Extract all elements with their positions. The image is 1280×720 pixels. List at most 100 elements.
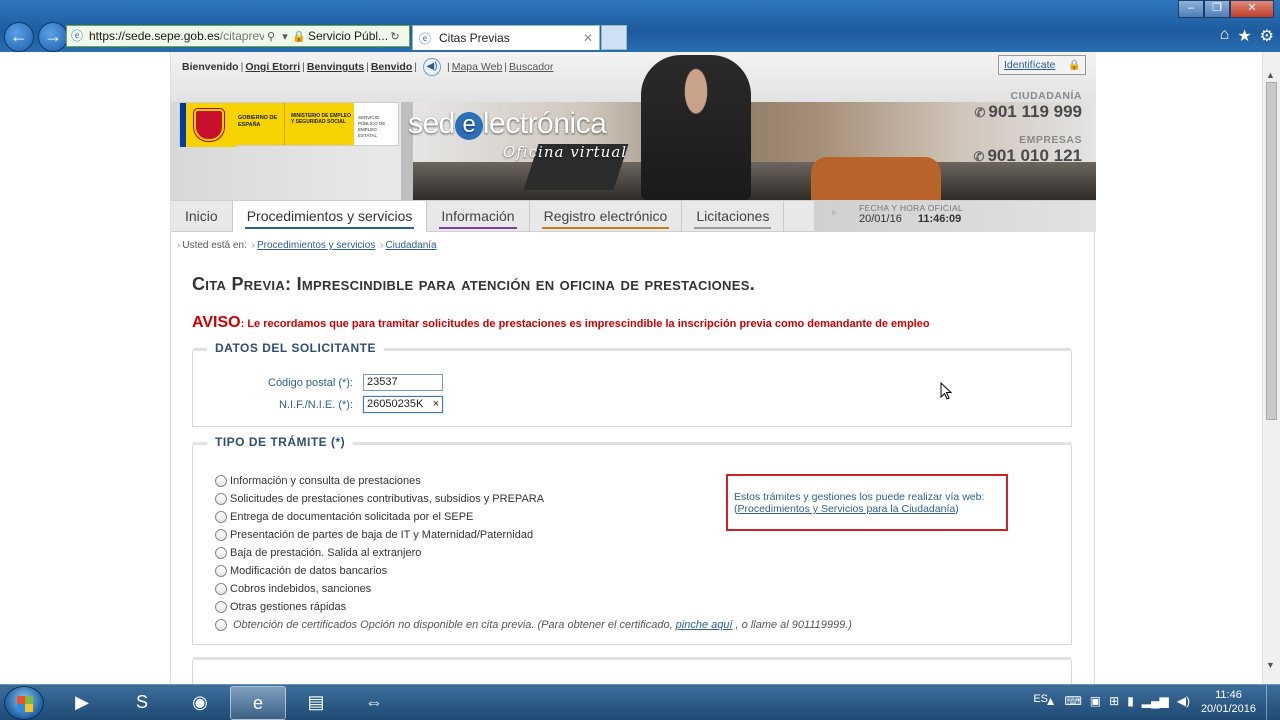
welcome-label: Bienvenido xyxy=(182,61,239,73)
radio-button[interactable] xyxy=(215,583,227,595)
breadcrumb-prefix: Usted está en: xyxy=(182,240,247,251)
favorites-star-icon[interactable]: ★ xyxy=(1237,26,1251,46)
battery-icon[interactable]: ▮ xyxy=(1127,694,1134,708)
lang-euskera-link[interactable]: Ongi Etorri xyxy=(245,61,300,73)
logo-gobierno: GOBIERNO DE ESPAÑA xyxy=(236,103,284,145)
scrollbar-thumb[interactable] xyxy=(1266,82,1277,420)
radio-button xyxy=(215,619,227,631)
main-navigation: Inicio Procedimientos y servicios Inform… xyxy=(171,200,1096,232)
radio-option[interactable]: Solicitudes de prestaciones contributiva… xyxy=(215,493,544,505)
windows-logo-icon xyxy=(17,696,33,712)
tray-expand-icon[interactable]: ▲ xyxy=(1045,694,1057,708)
tab-underline xyxy=(541,227,670,229)
radio-button[interactable] xyxy=(215,547,227,559)
url-path: /citaprevia xyxy=(219,29,264,43)
nif-input[interactable]: 26050235K × xyxy=(363,396,443,413)
search-icon[interactable]: ⚲ xyxy=(264,30,278,43)
radio-button[interactable] xyxy=(215,565,227,577)
home-icon[interactable]: ⌂ xyxy=(1220,26,1230,46)
chrome-icon[interactable]: ◉ xyxy=(172,686,228,720)
address-bar[interactable]: ⓔ https://sede.sepe.gob.es/citaprevia ⚲ … xyxy=(66,25,410,47)
volume-icon[interactable]: ◀) xyxy=(1177,694,1190,708)
vertical-scrollbar[interactable]: ▲ ▼ xyxy=(1262,52,1280,684)
lang-galego-link[interactable]: Benvido xyxy=(371,61,412,73)
radio-button[interactable] xyxy=(215,601,227,613)
scroll-down-icon[interactable]: ▼ xyxy=(1266,660,1275,670)
tab-registro[interactable]: Registro electrónico xyxy=(530,201,683,232)
tab-informacion[interactable]: Información xyxy=(427,201,530,232)
aviso-label: AVISO xyxy=(192,314,241,331)
aviso-text: : Le recordamos que para tramitar solici… xyxy=(240,318,930,330)
network-status-icon[interactable]: ▣ xyxy=(1090,694,1101,708)
radio-option[interactable]: Otras gestiones rápidas xyxy=(215,601,346,613)
section-legend: TIPO DE TRÁMITE (*) xyxy=(207,435,354,449)
government-logo[interactable]: GOBIERNO DE ESPAÑA MINISTERIO DE EMPLEO … xyxy=(179,102,399,147)
signal-bars-icon[interactable]: ▂▄▆ xyxy=(1142,694,1169,708)
radio-option[interactable]: Baja de prestación. Salida al extranjero xyxy=(215,547,421,559)
url-host: https://sede.sepe.gob.es xyxy=(89,29,220,43)
teamviewer-icon[interactable]: ⇔ xyxy=(346,686,402,720)
lang-catala-link[interactable]: Benvinguts xyxy=(307,61,364,73)
radio-button[interactable] xyxy=(215,475,227,487)
maximize-icon[interactable]: ❐ xyxy=(1204,0,1230,18)
pinche-aqui-link[interactable]: pinche aquí xyxy=(676,619,733,631)
radio-option[interactable]: Modificación de datos bancarios xyxy=(215,565,387,577)
browser-toolbar: ← → ⓔ https://sede.sepe.gob.es/citaprevi… xyxy=(0,0,1280,52)
close-window-icon[interactable]: ✕ xyxy=(1230,0,1274,18)
mapa-web-link[interactable]: Mapa Web xyxy=(452,61,503,73)
windows-flag-icon[interactable]: ⊞ xyxy=(1109,694,1119,708)
clock-date: 20/01/2016 xyxy=(1200,703,1256,715)
new-tab-button[interactable] xyxy=(601,25,627,50)
system-clock[interactable]: 11:46 20/01/2016 xyxy=(1201,688,1256,716)
breadcrumb-procedimientos[interactable]: Procedimientos y servicios xyxy=(257,240,375,251)
minimize-icon[interactable]: – xyxy=(1178,0,1204,18)
radio-option[interactable]: Cobros indebidos, sanciones xyxy=(215,583,371,595)
close-tab-icon[interactable]: ✕ xyxy=(583,31,593,45)
codigo-postal-input[interactable]: 23537 xyxy=(363,374,443,391)
speaker-icon[interactable]: ◀) xyxy=(422,58,441,76)
radio-option[interactable]: Información y consulta de prestaciones xyxy=(215,475,421,487)
windows-taskbar: ▶ S ◉ e ▤ ⇔ ES ▲ ⌨ ▣ ⊞ ▮ ▂▄▆ ◀) 11:46 20… xyxy=(0,684,1280,720)
radio-button[interactable] xyxy=(215,529,227,541)
tab-title: Citas Previas xyxy=(439,31,510,45)
tab-inicio[interactable]: Inicio xyxy=(171,201,233,232)
internet-explorer-icon[interactable]: e xyxy=(230,686,286,720)
site-header: Bienvenido | Ongi Etorri | Benvinguts | … xyxy=(171,52,1096,200)
file-explorer-icon[interactable]: ▤ xyxy=(288,686,344,720)
gear-icon[interactable]: ⚙ xyxy=(1260,26,1274,46)
scroll-up-icon[interactable]: ▲ xyxy=(1266,70,1275,80)
site-identity[interactable]: Servicio Públ... xyxy=(308,29,388,43)
radio-option[interactable]: Entrega de documentación solicitada por … xyxy=(215,511,473,523)
lock-icon[interactable]: 🔒 xyxy=(292,30,306,43)
buscador-link[interactable]: Buscador xyxy=(509,61,553,73)
codigo-postal-label: Código postal (*): xyxy=(268,376,353,389)
tab-licitaciones[interactable]: Licitaciones xyxy=(682,201,785,232)
dropdown-arrow-icon[interactable]: ▾ xyxy=(278,30,292,43)
tab-procedimientos[interactable]: Procedimientos y servicios xyxy=(232,201,428,232)
url-text[interactable]: https://sede.sepe.gob.es/citaprevia xyxy=(89,29,264,43)
breadcrumb-ciudadania[interactable]: Ciudadanía xyxy=(385,240,436,251)
official-date: 20/01/16 xyxy=(859,213,902,225)
sede-electronica-logo[interactable]: sed e lectrónica xyxy=(408,107,607,141)
media-player-icon[interactable]: ▶ xyxy=(54,686,110,720)
official-datetime: ◔ FECHA Y HORA OFICIAL 20/01/16 11:46:09 xyxy=(814,201,1096,232)
section-legend: DATOS DEL SOLICITANTE xyxy=(207,341,384,355)
back-arrow-icon[interactable]: ← xyxy=(4,22,34,52)
keyboard-icon[interactable]: ⌨ xyxy=(1064,694,1081,708)
clear-input-icon[interactable]: × xyxy=(433,398,439,411)
tab-citas-previas[interactable]: ⓔ Citas Previas ✕ xyxy=(412,25,600,50)
radio-option[interactable]: Presentación de partes de baja de IT y M… xyxy=(215,529,533,541)
procedimientos-ciudadania-link[interactable]: Procedimientos y Servicios para la Ciuda… xyxy=(738,503,956,515)
start-button[interactable] xyxy=(4,686,44,720)
refresh-icon[interactable]: ↻ xyxy=(388,30,402,43)
radio-button[interactable] xyxy=(215,493,227,505)
show-desktop-button[interactable] xyxy=(1266,685,1280,720)
header-photo-sofa xyxy=(811,157,941,200)
radio-button[interactable] xyxy=(215,511,227,523)
identificate-button[interactable]: Identifícate 🔒 xyxy=(998,55,1086,75)
ie-favicon-icon: ⓔ xyxy=(419,31,432,46)
forward-arrow-icon[interactable]: → xyxy=(38,22,68,52)
skype-icon[interactable]: S xyxy=(114,686,170,720)
tab-underline xyxy=(439,227,517,229)
aviso-notice: AVISO: Le recordamos que para tramitar s… xyxy=(192,314,930,332)
